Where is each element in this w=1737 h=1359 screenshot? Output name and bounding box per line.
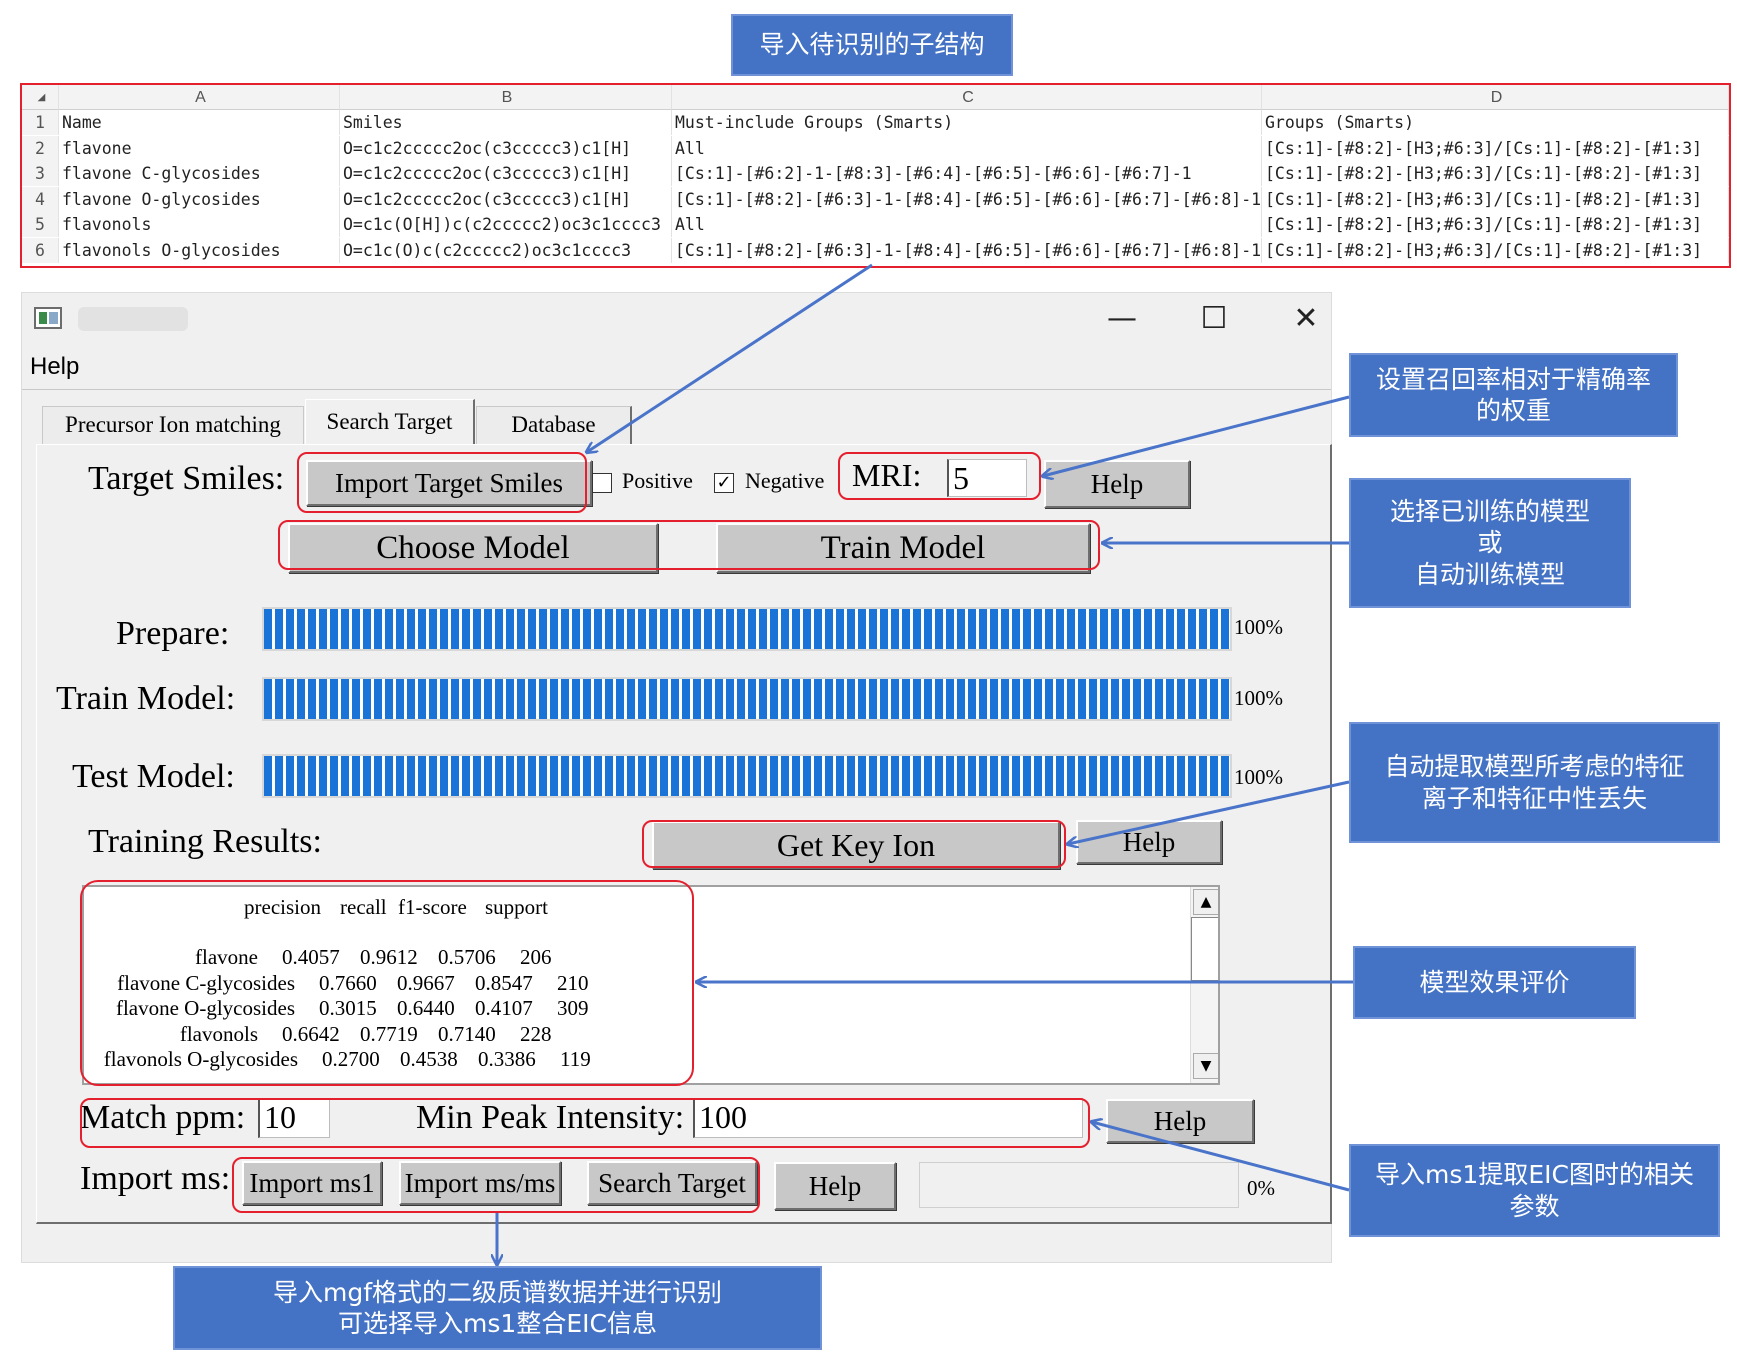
- arrow-eic-params: [1092, 1122, 1350, 1192]
- arrow-import-substructures: [587, 263, 873, 452]
- arrow-recall-weight: [1043, 395, 1350, 476]
- arrow-key-ion: [1068, 780, 1350, 844]
- annotation-arrows: [0, 263, 1353, 1359]
